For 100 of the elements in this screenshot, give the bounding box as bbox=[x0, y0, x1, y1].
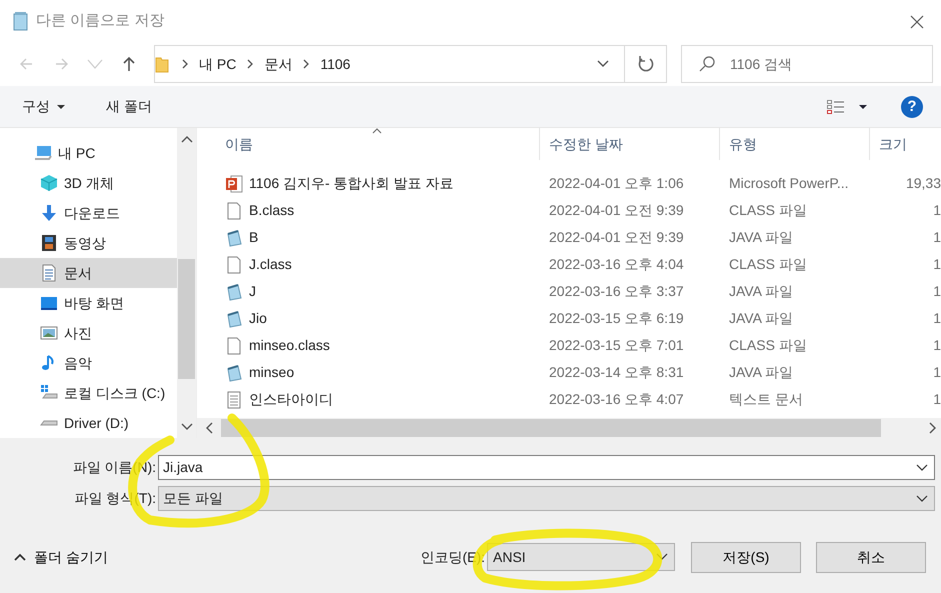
file-name[interactable]: J bbox=[249, 281, 256, 302]
window-title: 다른 이름으로 저장 bbox=[36, 10, 164, 31]
date-cell-text: 2022-04-01 오후 1:06 bbox=[548, 174, 685, 193]
type-cell-text: JAVA 파일 bbox=[728, 282, 794, 301]
type-cell-text: JAVA 파일 bbox=[728, 363, 794, 382]
slides-file-icon bbox=[225, 174, 243, 192]
blank-file-icon bbox=[225, 202, 243, 220]
column-header[interactable]: 수정한 날짜 bbox=[540, 128, 720, 160]
breadcrumb-item[interactable]: 문서 bbox=[258, 54, 298, 74]
folder-icon bbox=[155, 55, 169, 73]
sidebar-item[interactable]: 로컬 디스크 (C:) bbox=[0, 378, 177, 408]
size-cell-text: 1 bbox=[932, 201, 941, 220]
chevron-icon bbox=[302, 59, 310, 69]
file-name[interactable]: minseo.class bbox=[249, 335, 330, 356]
save-button[interactable]: 저장(S) bbox=[691, 542, 801, 572]
picture-icon bbox=[40, 324, 58, 342]
hide-folders-button[interactable]: 폴더 숨기기 bbox=[14, 546, 108, 568]
blank-file-icon bbox=[225, 256, 243, 274]
date-cell-text: 2022-03-14 오후 8:31 bbox=[548, 363, 685, 382]
film-icon bbox=[40, 234, 58, 252]
blank-file-icon bbox=[225, 336, 243, 354]
date-cell-text: 2022-03-16 오후 4:07 bbox=[548, 390, 685, 409]
size-cell-text: 1 bbox=[932, 336, 941, 355]
sidebar-item[interactable]: 문서 bbox=[0, 258, 177, 288]
column-header[interactable]: 이름 bbox=[197, 128, 540, 160]
size-cell-text: 1 bbox=[932, 363, 941, 382]
drive-icon bbox=[40, 420, 58, 426]
cancel-button[interactable]: 취소 bbox=[816, 542, 926, 572]
encoding-dropdown[interactable]: ANSI bbox=[487, 543, 675, 571]
search-field[interactable]: 1106 검색 bbox=[681, 45, 933, 83]
date-cell-text: 2022-03-15 오후 7:01 bbox=[548, 336, 685, 355]
sidebar-item[interactable]: 바탕 화면 bbox=[0, 288, 177, 318]
down-arrow-icon bbox=[40, 204, 58, 222]
scroll-right-icon[interactable] bbox=[927, 422, 937, 434]
new-folder-button[interactable]: 새 폴더 bbox=[96, 94, 162, 119]
caret-icon bbox=[56, 104, 66, 110]
text-file-icon bbox=[225, 390, 243, 408]
dropdown-icon bbox=[596, 59, 610, 69]
organize-menu-button[interactable]: 구성 bbox=[12, 94, 76, 119]
date-cell-text: 2022-04-01 오전 9:39 bbox=[548, 201, 685, 220]
chevron-up-icon bbox=[14, 553, 26, 561]
size-cell-text: 1 bbox=[932, 228, 941, 247]
size-cell-text: 1 bbox=[932, 390, 941, 409]
file-type-dropdown[interactable]: 모든 파일 bbox=[158, 486, 935, 511]
scroll-down-icon[interactable] bbox=[180, 422, 192, 432]
file-name[interactable]: B bbox=[249, 227, 258, 248]
type-cell-text: 텍스트 문서 bbox=[728, 390, 804, 409]
type-cell-text: CLASS 파일 bbox=[728, 255, 808, 274]
file-name[interactable]: 인스타아이디 bbox=[249, 389, 333, 410]
notepad-file-icon bbox=[225, 364, 243, 382]
sidebar-item[interactable]: 사진 bbox=[0, 318, 177, 348]
column-header[interactable]: 유형 bbox=[720, 128, 870, 160]
chevron-icon bbox=[181, 59, 189, 69]
address-bar[interactable]: 내 PC 문서 1106 bbox=[154, 45, 667, 83]
file-name[interactable]: J.class bbox=[249, 254, 292, 275]
type-cell-text: CLASS 파일 bbox=[728, 336, 808, 355]
sidebar-item[interactable]: 동영상 bbox=[0, 228, 177, 258]
date-cell-text: 2022-03-16 오후 3:37 bbox=[548, 282, 685, 301]
sidebar-item[interactable]: 3D 개체 bbox=[0, 168, 177, 198]
breadcrumb-item[interactable]: 1106 bbox=[314, 54, 356, 74]
breadcrumb-item[interactable]: 내 PC bbox=[193, 54, 242, 74]
scrollbar-thumb[interactable] bbox=[221, 419, 881, 437]
scrollbar-thumb[interactable] bbox=[178, 259, 195, 379]
notepad-file-icon bbox=[225, 228, 243, 246]
size-cell-text: 19,33 bbox=[904, 174, 941, 193]
close-icon bbox=[909, 14, 925, 30]
notepad-file-icon bbox=[225, 282, 243, 300]
column-header[interactable]: 크기 bbox=[870, 128, 941, 160]
sidebar-item[interactable]: 다운로드 bbox=[0, 198, 177, 228]
type-cell-text: JAVA 파일 bbox=[728, 309, 794, 328]
sidebar-item[interactable]: 내 PC bbox=[0, 138, 177, 168]
dropdown-icon bbox=[916, 494, 928, 502]
document-icon bbox=[40, 264, 58, 282]
type-cell-text: Microsoft PowerP... bbox=[728, 174, 850, 193]
search-icon bbox=[698, 55, 716, 73]
date-cell-text: 2022-03-16 오후 4:04 bbox=[548, 255, 685, 274]
cube-icon bbox=[40, 174, 58, 192]
dropdown-icon bbox=[916, 464, 928, 472]
computer-icon bbox=[34, 144, 52, 162]
file-name[interactable]: minseo bbox=[249, 362, 294, 383]
sidebar-item[interactable]: Driver (D:) bbox=[0, 408, 177, 438]
size-cell-text: 1 bbox=[932, 309, 941, 328]
date-cell-text: 2022-03-15 오후 6:19 bbox=[548, 309, 685, 328]
scroll-left-icon[interactable] bbox=[205, 422, 215, 434]
file-name-field[interactable]: Ji.java bbox=[158, 455, 935, 480]
size-cell-text: 1 bbox=[932, 282, 941, 301]
date-cell-text: 2022-04-01 오전 9:39 bbox=[548, 228, 685, 247]
help-button[interactable]: ? bbox=[901, 96, 923, 118]
notepad-file-icon bbox=[225, 310, 243, 328]
type-cell-text: JAVA 파일 bbox=[728, 228, 794, 247]
sidebar-item[interactable]: 음악 bbox=[0, 348, 177, 378]
refresh-icon bbox=[636, 55, 654, 73]
size-cell-text: 1 bbox=[932, 255, 941, 274]
scroll-up-icon[interactable] bbox=[180, 134, 192, 144]
file-name[interactable]: 1106 김지우- 통합사회 발표 자료 bbox=[249, 173, 454, 194]
desktop-icon bbox=[40, 294, 58, 312]
file-name[interactable]: Jio bbox=[249, 308, 267, 329]
file-name[interactable]: B.class bbox=[249, 200, 294, 221]
notepad-icon bbox=[12, 11, 30, 31]
type-cell-text: CLASS 파일 bbox=[728, 201, 808, 220]
